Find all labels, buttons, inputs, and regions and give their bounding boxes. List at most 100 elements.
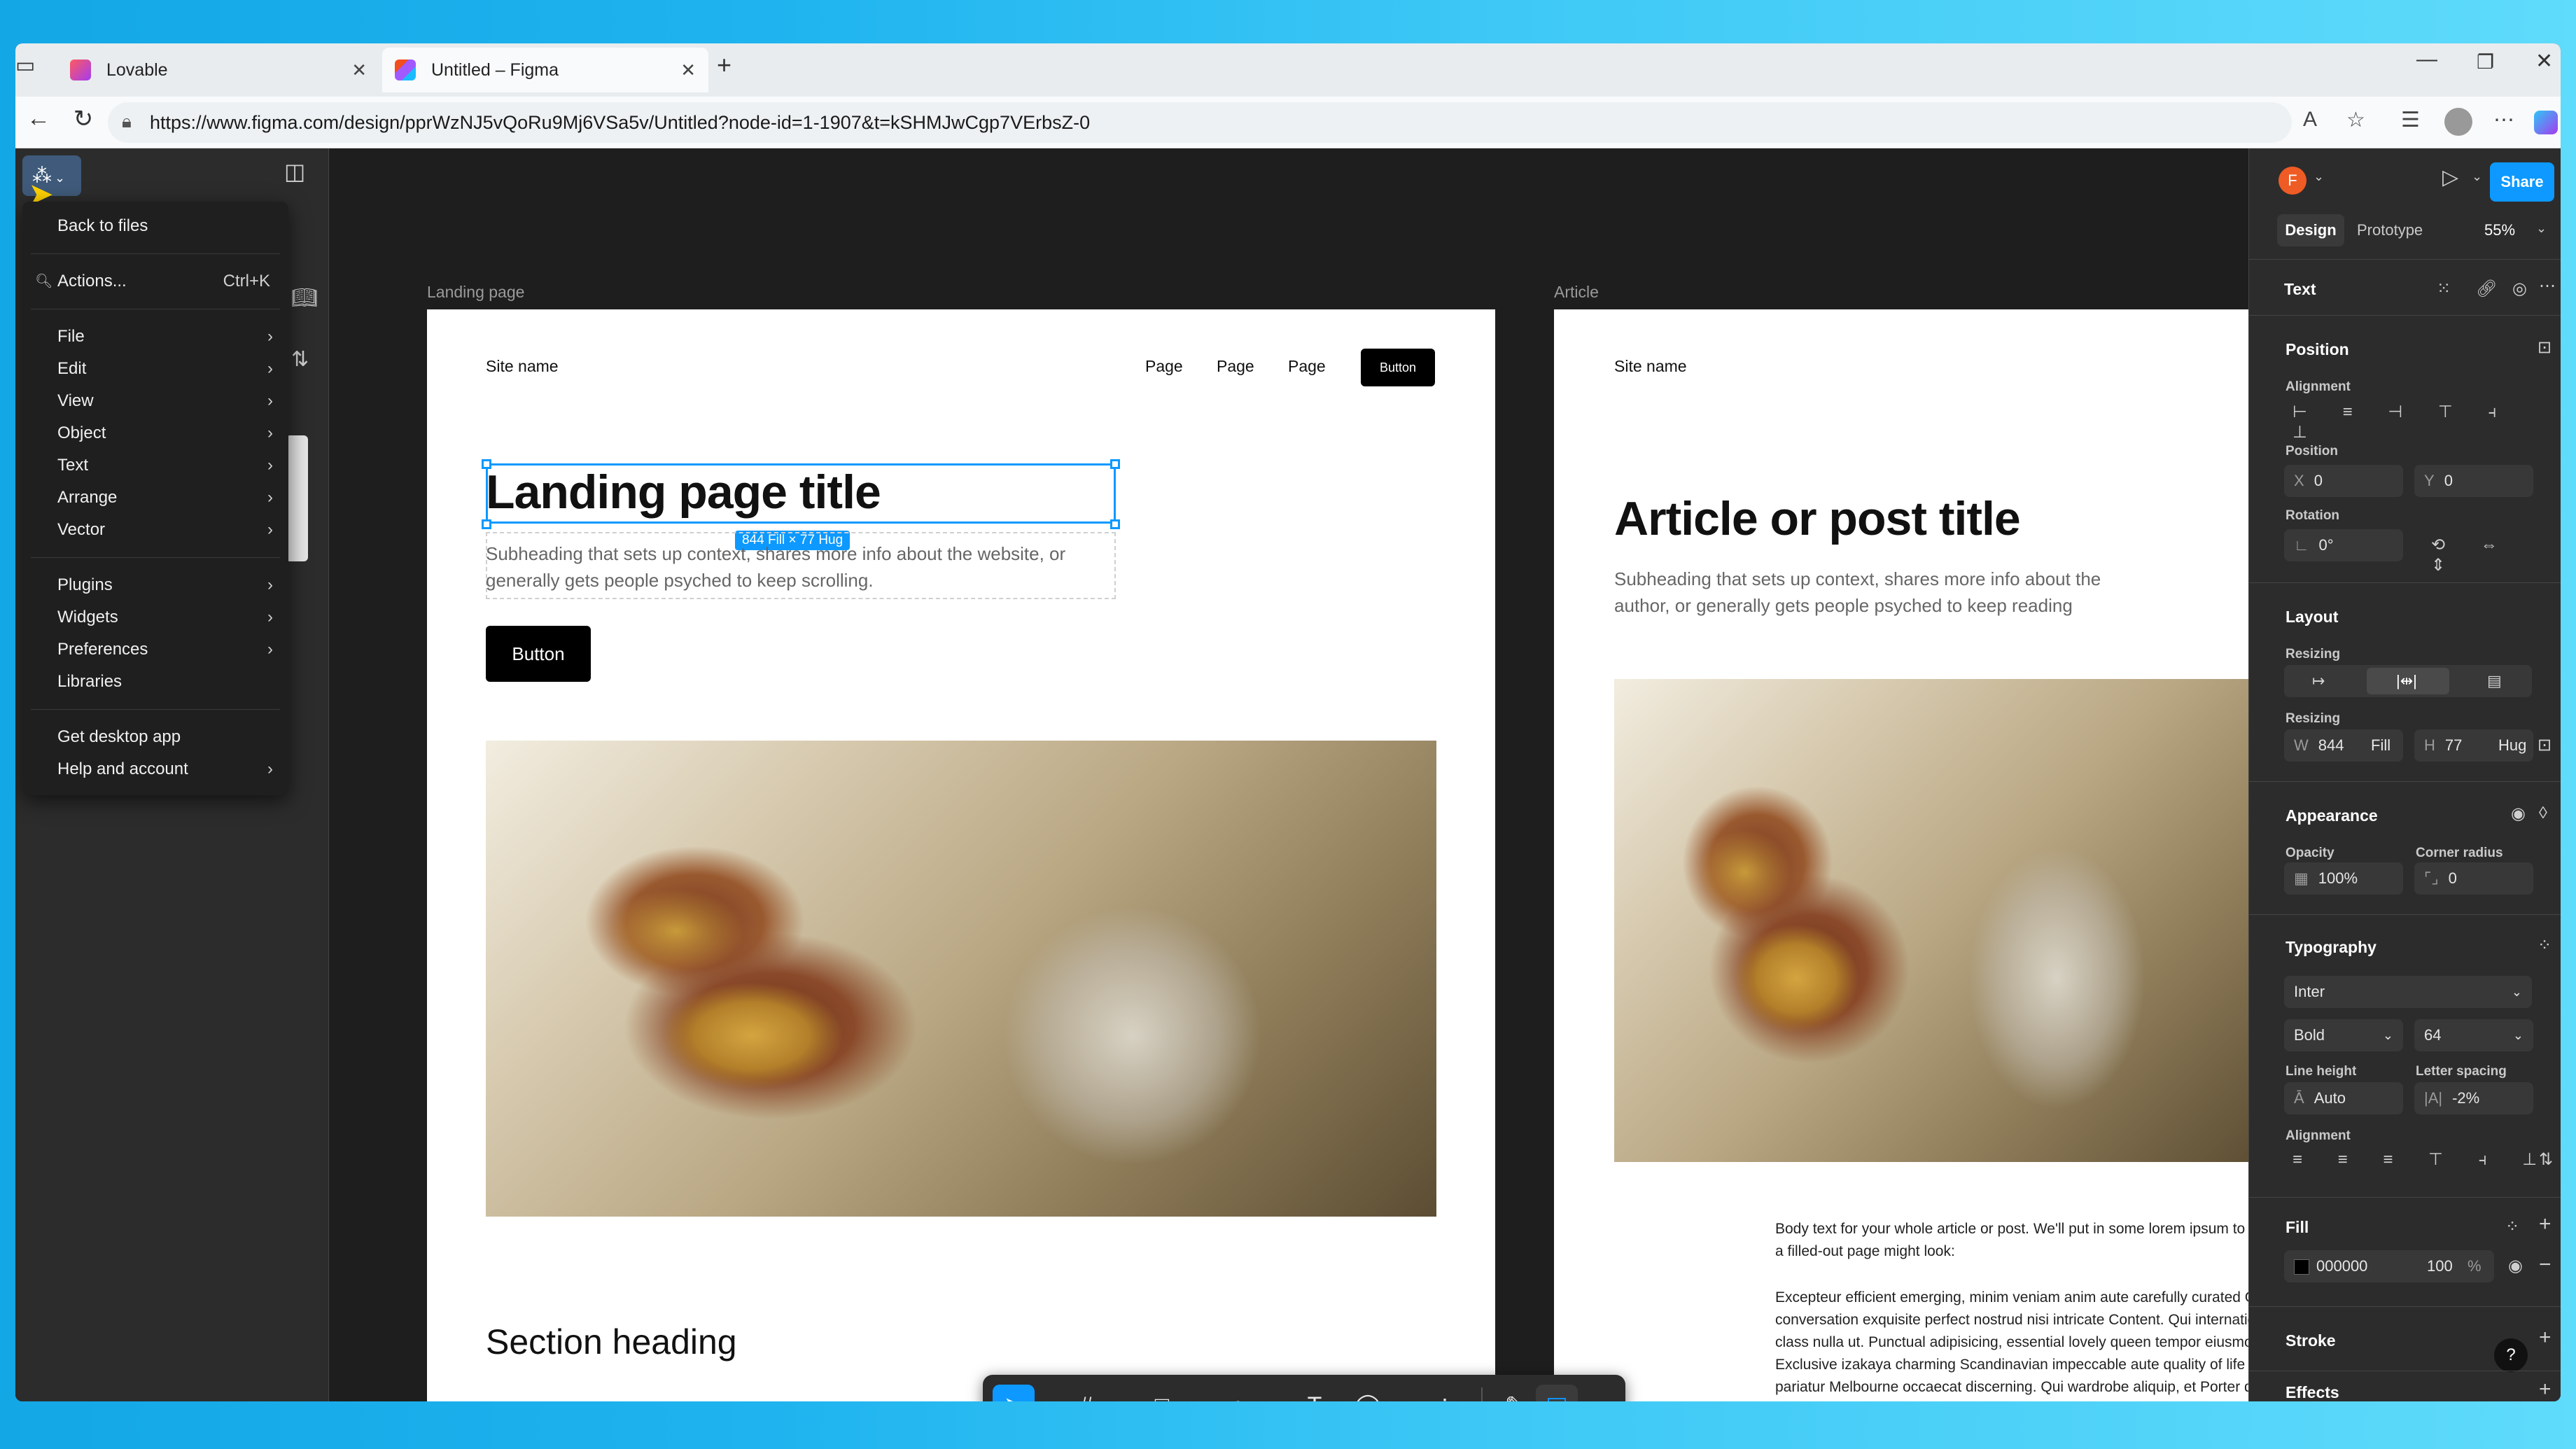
type-settings-icon[interactable]: ⇅: [2539, 1149, 2553, 1170]
minimize-icon[interactable]: —: [2416, 48, 2437, 71]
copilot-icon[interactable]: [2534, 111, 2558, 134]
sidebar-toggle-icon[interactable]: ▭: [15, 53, 35, 78]
design-canvas[interactable]: Landing page Site name Page Page Page Bu…: [329, 148, 2248, 1401]
menu-item-help-and-account[interactable]: Help and account ›: [22, 753, 288, 785]
article-frame[interactable]: Site name Article or post title Subheadi…: [1554, 309, 2248, 1401]
zoom-level[interactable]: 55%: [2484, 214, 2515, 246]
chevron-down-icon[interactable]: ⌄: [1029, 1385, 1046, 1401]
frame-label-landing[interactable]: Landing page: [427, 283, 524, 302]
tab-design[interactable]: Design: [2277, 214, 2344, 246]
menu-item-plugins[interactable]: Plugins ›: [22, 569, 288, 601]
resize-handle[interactable]: [482, 519, 491, 529]
back-icon[interactable]: ←: [21, 105, 56, 132]
fill-styles-icon[interactable]: ⁘: [2505, 1217, 2519, 1237]
help-icon[interactable]: ?: [2494, 1338, 2528, 1372]
menu-item-libraries[interactable]: Libraries: [22, 666, 288, 698]
menu-item-arrange[interactable]: Arrange ›: [22, 482, 288, 514]
eye-icon[interactable]: ◉: [2508, 1256, 2523, 1276]
chevron-down-icon[interactable]: ⌄: [1385, 1385, 1401, 1401]
link-icon[interactable]: 🔗︎: [2476, 279, 2497, 299]
menu-item-back-to-files[interactable]: Back to files: [22, 210, 288, 242]
comment-tool-icon[interactable]: ◯: [1347, 1385, 1389, 1401]
position-y-field[interactable]: Y0: [2414, 465, 2533, 497]
profile-avatar[interactable]: [2444, 108, 2472, 136]
nav-link-page[interactable]: Page: [1217, 357, 1254, 376]
menu-item-edit[interactable]: Edit ›: [22, 353, 288, 385]
chevron-down-icon[interactable]: ⌄: [2536, 221, 2547, 236]
chevron-down-icon[interactable]: ⌄: [1179, 1385, 1196, 1401]
user-avatar[interactable]: F: [2278, 167, 2306, 195]
add-effect-icon[interactable]: +: [2539, 1378, 2552, 1401]
landing-subheading[interactable]: Subheading that sets up context, shares …: [486, 540, 1102, 594]
add-stroke-icon[interactable]: +: [2539, 1326, 2552, 1350]
chevron-down-icon[interactable]: ⌄: [1254, 1385, 1271, 1401]
tab-lovable[interactable]: Lovable ✕: [57, 48, 379, 92]
chevron-down-icon[interactable]: ⌄: [2314, 169, 2324, 184]
resize-handle[interactable]: [1110, 459, 1120, 469]
menu-item-view[interactable]: View ›: [22, 385, 288, 417]
eye-icon[interactable]: ◉: [2511, 804, 2526, 824]
alignment-icons[interactable]: ⊢ ≡ ⊣ ⊤ ⫞ ⊥: [2292, 402, 2561, 442]
frame-select-icon[interactable]: ⊡: [2538, 337, 2552, 358]
chevron-down-icon[interactable]: ⌄: [2472, 169, 2482, 184]
present-play-icon[interactable]: ▷: [2442, 165, 2458, 190]
article-image[interactable]: [1614, 679, 2248, 1162]
height-field[interactable]: H 77 Hug: [2414, 729, 2533, 762]
landing-page-title[interactable]: Landing page title: [486, 465, 881, 519]
article-subheading[interactable]: Subheading that sets up context, shares …: [1614, 566, 2160, 619]
menu-item-preferences[interactable]: Preferences ›: [22, 634, 288, 666]
share-button[interactable]: Share: [2490, 162, 2554, 202]
close-icon[interactable]: ✕: [680, 59, 696, 81]
menu-item-file[interactable]: File ›: [22, 321, 288, 353]
actions-tool-icon[interactable]: ⁘: [1424, 1385, 1466, 1401]
more-icon[interactable]: ⋯: [2539, 276, 2556, 296]
transform-icons[interactable]: ⟲ ⇔ ⇕: [2431, 535, 2561, 575]
menu-item-widgets[interactable]: Widgets ›: [22, 601, 288, 634]
primary-button[interactable]: Button: [486, 626, 591, 682]
text-tool-icon[interactable]: T: [1294, 1385, 1336, 1401]
rotation-field[interactable]: ∟ 0°: [2284, 529, 2403, 561]
article-body-intro[interactable]: Body text for your whole article or post…: [1775, 1218, 2248, 1263]
new-tab-icon[interactable]: +: [717, 50, 732, 80]
constraints-icon[interactable]: ⊡: [2538, 735, 2552, 755]
width-field[interactable]: W 844 Fill: [2284, 729, 2403, 762]
text-alignment-icons[interactable]: ≡ ≡ ≡ ⊤ ⫞ ⊥: [2292, 1149, 2552, 1170]
design-mode-icon[interactable]: ▤: [1536, 1385, 1578, 1401]
opacity-field[interactable]: ▦ 100%: [2284, 862, 2403, 895]
component-icon[interactable]: ⁙: [2437, 279, 2451, 299]
dev-mode-icon[interactable]: ‹›: [1578, 1385, 1620, 1401]
tab-prototype[interactable]: Prototype: [2347, 214, 2432, 246]
frame-tool-icon[interactable]: #: [1065, 1385, 1107, 1401]
add-fill-icon[interactable]: +: [2539, 1212, 2552, 1236]
color-swatch[interactable]: [2294, 1259, 2309, 1275]
text-styles-icon[interactable]: ⁘: [2538, 935, 2552, 955]
tab-figma[interactable]: Untitled – Figma ✕: [382, 48, 708, 92]
rectangle-tool-icon[interactable]: □: [1141, 1385, 1183, 1401]
menu-item-get-desktop-app[interactable]: Get desktop app: [22, 721, 288, 753]
site-name[interactable]: Site name: [486, 357, 559, 376]
menu-item-text[interactable]: Text ›: [22, 449, 288, 482]
menu-item-vector[interactable]: Vector ›: [22, 514, 288, 546]
site-name[interactable]: Site name: [1614, 357, 1687, 376]
corner-radius-field[interactable]: ⌜⌟ 0: [2414, 862, 2533, 895]
font-weight-select[interactable]: Bold ⌄: [2284, 1019, 2403, 1051]
fill-color-field[interactable]: 000000 100%: [2284, 1250, 2494, 1282]
restore-icon[interactable]: ❐: [2477, 50, 2494, 74]
url-field[interactable]: 🔒︎ https://www.figma.com/design/pprWzNJ5…: [108, 102, 2292, 143]
panel-toggle-icon[interactable]: ◫: [284, 158, 305, 185]
resizing-toggle-group[interactable]: ↦ |⇹| ▤: [2284, 665, 2532, 697]
remove-fill-icon[interactable]: −: [2539, 1253, 2552, 1277]
hero-image[interactable]: [486, 741, 1436, 1217]
auto-height-icon[interactable]: ▤: [2487, 665, 2502, 697]
blend-drop-icon[interactable]: ◊: [2539, 804, 2547, 823]
article-body[interactable]: Excepteur efficient emerging, minim veni…: [1775, 1287, 2248, 1399]
draw-tool-icon[interactable]: ✎: [1494, 1385, 1536, 1401]
favorite-star-icon[interactable]: ☆: [2346, 108, 2365, 132]
font-family-select[interactable]: Inter ⌄: [2284, 976, 2532, 1008]
pen-tool-icon[interactable]: ✒: [1217, 1385, 1259, 1401]
close-icon[interactable]: ✕: [351, 59, 367, 81]
fill-width-icon[interactable]: |⇹|: [2396, 665, 2417, 697]
move-tool-icon[interactable]: ➤: [993, 1385, 1035, 1401]
window-close-icon[interactable]: ✕: [2535, 49, 2553, 74]
line-height-field[interactable]: Ā Auto: [2284, 1082, 2403, 1114]
